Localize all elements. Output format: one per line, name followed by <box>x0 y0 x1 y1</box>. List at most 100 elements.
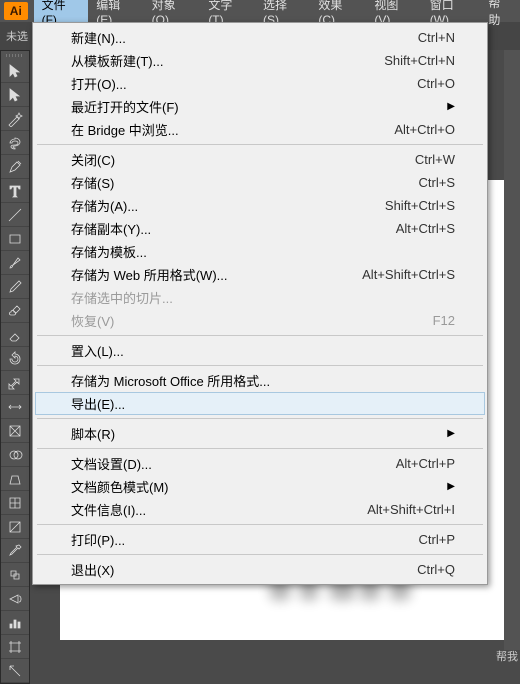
tool-panel <box>0 50 30 684</box>
menu-item-label: 存储为 Microsoft Office 所用格式... <box>71 371 270 390</box>
slice-tool[interactable] <box>1 659 29 683</box>
menu-item-label: 置入(L)... <box>71 341 124 360</box>
menu-item-label: 恢复(V) <box>71 311 114 330</box>
menu-item-label: 存储副本(Y)... <box>71 219 151 238</box>
menu-item-label: 在 Bridge 中浏览... <box>71 120 179 139</box>
menu-item-shortcut: F12 <box>433 313 455 328</box>
menu-item-label: 存储为(A)... <box>71 196 138 215</box>
free-transform-tool[interactable] <box>1 419 29 443</box>
panel-grip[interactable] <box>1 51 29 59</box>
blend-tool[interactable] <box>1 563 29 587</box>
submenu-arrow-icon: ▶ <box>447 101 455 112</box>
pencil-tool[interactable] <box>1 275 29 299</box>
menu-separator <box>37 524 483 525</box>
menu-item-shortcut: Alt+Ctrl+P <box>396 456 455 471</box>
menu-item-label: 文档设置(D)... <box>71 454 152 473</box>
magic-wand-tool[interactable] <box>1 107 29 131</box>
menu-item-label: 存储选中的切片... <box>71 288 173 307</box>
menu-item[interactable]: 存储为(A)... Shift+Ctrl+S <box>35 194 485 217</box>
menu-item[interactable]: 脚本(R) ▶ <box>35 422 485 445</box>
menu-item[interactable]: 存储为 Web 所用格式(W)... Alt+Shift+Ctrl+S <box>35 263 485 286</box>
width-tool[interactable] <box>1 395 29 419</box>
menu-item-shortcut: Ctrl+S <box>419 175 455 190</box>
app-icon: Ai <box>4 2 28 20</box>
direct-selection-tool[interactable] <box>1 83 29 107</box>
menu-item[interactable]: 关闭(C)Ctrl+W <box>35 148 485 171</box>
right-hint-label: 帮我 <box>496 648 518 664</box>
shape-builder-tool[interactable] <box>1 443 29 467</box>
type-tool[interactable] <box>1 179 29 203</box>
menu-item[interactable]: 导出(E)... <box>35 392 485 415</box>
menu-item-shortcut: Alt+Ctrl+S <box>396 221 455 236</box>
menu-item-label: 存储为模板... <box>71 242 147 261</box>
menu-item-label: 文件信息(I)... <box>71 500 146 519</box>
menu-item[interactable]: 文件信息(I)... Alt+Shift+Ctrl+I <box>35 498 485 521</box>
menu-item[interactable]: 置入(L)... <box>35 339 485 362</box>
submenu-arrow-icon: ▶ <box>447 481 455 492</box>
menu-item[interactable]: 存储副本(Y)... Alt+Ctrl+S <box>35 217 485 240</box>
menu-item-label: 脚本(R) <box>71 424 115 443</box>
menu-item[interactable]: 文档设置(D)... Alt+Ctrl+P <box>35 452 485 475</box>
right-panel-strip <box>504 50 520 650</box>
rotate-tool[interactable] <box>1 347 29 371</box>
menu-item[interactable]: 打印(P)... Ctrl+P <box>35 528 485 551</box>
lasso-tool[interactable] <box>1 131 29 155</box>
menu-separator <box>37 418 483 419</box>
menu-item-shortcut: Alt+Shift+Ctrl+S <box>362 267 455 282</box>
menu-item[interactable]: 存储(S) Ctrl+S <box>35 171 485 194</box>
symbol-sprayer-tool[interactable] <box>1 587 29 611</box>
file-menu-dropdown: 新建(N)... Ctrl+N 从模板新建(T)... Shift+Ctrl+N 打开(… <box>32 22 488 585</box>
menu-item-shortcut: Ctrl+Q <box>417 562 455 577</box>
menu-item-shortcut: Ctrl+N <box>418 30 455 45</box>
menu-item[interactable]: 存储为 Microsoft Office 所用格式... <box>35 369 485 392</box>
menu-item-shortcut: Ctrl+W <box>415 152 455 167</box>
menu-item[interactable]: 退出(X) Ctrl+Q <box>35 558 485 581</box>
menu-item-label: 文档颜色模式(M) <box>71 477 169 496</box>
menu-item: 存储选中的切片... <box>35 286 485 309</box>
menu-item-label: 打印(P)... <box>71 530 125 549</box>
menu-item-label: 存储为 Web 所用格式(W)... <box>71 265 227 284</box>
menu-item[interactable]: 文档颜色模式(M) ▶ <box>35 475 485 498</box>
menu-item-label: 存储(S) <box>71 173 114 192</box>
menu-item[interactable]: 在 Bridge 中浏览... Alt+Ctrl+O <box>35 118 485 141</box>
menu-item-shortcut: Shift+Ctrl+S <box>385 198 455 213</box>
rectangle-tool[interactable] <box>1 227 29 251</box>
paintbrush-tool[interactable] <box>1 251 29 275</box>
menu-item-label: 最近打开的文件(F) <box>71 97 179 116</box>
pen-tool[interactable] <box>1 155 29 179</box>
menu-item-shortcut: Alt+Ctrl+O <box>394 122 455 137</box>
scale-tool[interactable] <box>1 371 29 395</box>
menu-item[interactable]: 存储为模板... <box>35 240 485 263</box>
menu-item[interactable]: 最近打开的文件(F) ▶ <box>35 95 485 118</box>
menu-item-shortcut: Shift+Ctrl+N <box>384 53 455 68</box>
submenu-arrow-icon: ▶ <box>447 428 455 439</box>
selection-status: 未选 <box>6 28 28 44</box>
menu-separator <box>37 448 483 449</box>
blob-brush-tool[interactable] <box>1 299 29 323</box>
perspective-tool[interactable] <box>1 467 29 491</box>
menu-separator <box>37 554 483 555</box>
eyedropper-tool[interactable] <box>1 539 29 563</box>
menu-separator <box>37 144 483 145</box>
menu-item-shortcut: Ctrl+P <box>419 532 455 547</box>
menu-separator <box>37 365 483 366</box>
gradient-tool[interactable] <box>1 515 29 539</box>
eraser-tool[interactable] <box>1 323 29 347</box>
menu-item: 恢复(V) F12 <box>35 309 485 332</box>
menu-item-shortcut: Ctrl+O <box>417 76 455 91</box>
menu-item-label: 打开(O)... <box>71 74 127 93</box>
mesh-tool[interactable] <box>1 491 29 515</box>
menu-item[interactable]: 打开(O)... Ctrl+O <box>35 72 485 95</box>
menu-item-label: 退出(X) <box>71 560 114 579</box>
menu-item[interactable]: 新建(N)... Ctrl+N <box>35 26 485 49</box>
menu-item-shortcut: Alt+Shift+Ctrl+I <box>367 502 455 517</box>
menu-item[interactable]: 从模板新建(T)... Shift+Ctrl+N <box>35 49 485 72</box>
artboard-tool[interactable] <box>1 635 29 659</box>
menu-bar: Ai 文件(F)编辑(E)对象(O)文字(T)选择(S)效果(C)视图(V)窗口… <box>0 0 520 22</box>
column-graph-tool[interactable] <box>1 611 29 635</box>
menu-item-label: 新建(N)... <box>71 28 126 47</box>
selection-tool[interactable] <box>1 59 29 83</box>
menu-item-label: 从模板新建(T)... <box>71 51 163 70</box>
menu-separator <box>37 335 483 336</box>
line-tool[interactable] <box>1 203 29 227</box>
